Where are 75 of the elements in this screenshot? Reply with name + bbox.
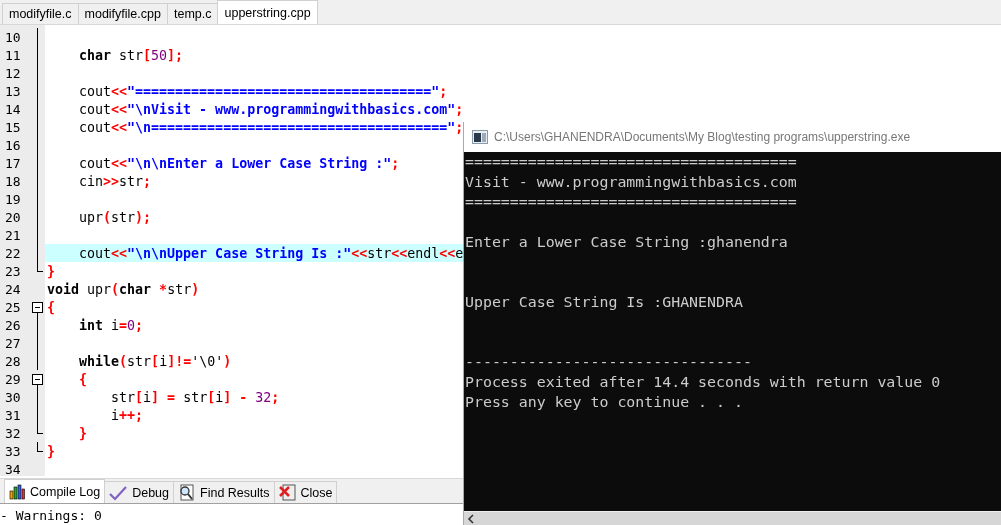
code-line: cout<<"\n\nEnter a Lower Case String :";	[78, 155, 400, 171]
console-text: Upper Case String Is :GHANENDRA	[465, 293, 743, 311]
tab-label: Close	[300, 485, 333, 500]
line-number: 22	[4, 245, 22, 261]
file-tab[interactable]: upperstring.cpp	[217, 0, 318, 24]
line-number: 28	[4, 353, 22, 369]
console-text: Process exited after 14.4 seconds with return value 0	[465, 373, 941, 391]
line-number: 13	[4, 83, 22, 99]
code-line: cout<<"\nVisit - www.programmingwithbasics.com";	[78, 101, 464, 117]
close-icon	[278, 484, 296, 501]
line-number: 29	[4, 371, 22, 387]
line-number: 16	[4, 137, 22, 153]
code-line: cout<<"=====================================";	[78, 83, 448, 99]
fold-end-icon	[37, 262, 43, 272]
line-number: 31	[4, 407, 22, 423]
code-line: i++;	[110, 407, 144, 423]
line-number: 30	[4, 389, 22, 405]
line-number: 14	[4, 101, 22, 117]
line-number: 24	[4, 281, 22, 297]
console-text: Visit - www.programmingwithbasics.com	[465, 173, 797, 191]
line-number: 32	[4, 425, 22, 441]
code-line: {	[47, 299, 55, 315]
check-icon	[109, 484, 128, 501]
code-line: while(str[i]!='\0')	[78, 353, 232, 369]
code-line: upr(str);	[78, 209, 152, 225]
line-number: 20	[4, 209, 22, 225]
line-number: 15	[4, 119, 22, 135]
panel-tab[interactable]: Compile Log	[4, 479, 106, 503]
code-line: int i=0;	[78, 317, 144, 333]
code-line: cin>>str;	[78, 173, 152, 189]
tab-label: Debug	[132, 485, 170, 500]
console-text: =====================================	[465, 153, 797, 171]
console-text: --------------------------------	[465, 353, 752, 371]
file-tab[interactable]: modifyfile.c	[2, 3, 79, 24]
collapse-icon[interactable]	[32, 302, 43, 316]
line-number: 12	[4, 65, 22, 81]
file-tab[interactable]: temp.c	[166, 3, 219, 24]
line-number: 17	[4, 155, 22, 171]
line-number: 10	[4, 29, 22, 45]
scroll-left-icon[interactable]	[467, 513, 475, 524]
horizontal-scrollbar[interactable]	[464, 511, 1001, 525]
line-number: 34	[4, 461, 22, 476]
line-number: 18	[4, 173, 22, 189]
line-number: 27	[4, 335, 22, 351]
code-line: }	[78, 425, 88, 441]
tab-label: Compile Log	[30, 484, 101, 499]
code-line: {	[78, 371, 88, 387]
console-text: =====================================	[465, 193, 797, 211]
code-line: str[i] = str[i] - 32;	[110, 389, 280, 405]
panel-tab[interactable]: Find Results	[173, 481, 275, 503]
code-line: }	[47, 443, 55, 459]
console-text: Enter a Lower Case String :ghanendra	[465, 233, 788, 251]
console-text: Press any key to continue . . .	[465, 393, 743, 411]
line-number: 23	[4, 263, 22, 279]
line-number: 19	[4, 191, 22, 207]
code-line: cout<<"\n=====================================";	[78, 119, 464, 135]
window-title: C:\Users\GHANENDRA\Documents\My Blog\testing programs\upperstring.exe	[494, 130, 911, 144]
panel-tab[interactable]: Debug	[104, 481, 175, 503]
line-number: 11	[4, 47, 22, 63]
tab-label: Find Results	[200, 485, 270, 500]
log-text: - Warnings: 0	[0, 507, 102, 523]
code-line: void upr(char *str)	[47, 281, 200, 297]
console-app-icon	[472, 130, 488, 144]
line-number: 21	[4, 227, 22, 243]
file-tab[interactable]: modifyfile.cpp	[77, 3, 168, 24]
code-line: }	[47, 263, 55, 279]
line-number: 25	[4, 299, 22, 315]
collapse-icon[interactable]	[32, 374, 43, 388]
line-number: 26	[4, 317, 22, 333]
bar-chart-icon	[9, 483, 25, 500]
line-number: 33	[4, 443, 22, 459]
code-line: char str[50];	[78, 47, 184, 63]
panel-tab[interactable]: Close	[273, 481, 338, 503]
find-icon	[178, 484, 196, 501]
code-line: cout<<"\n\nUpper Case String Is :"<<str<<endl<<e	[78, 245, 464, 261]
